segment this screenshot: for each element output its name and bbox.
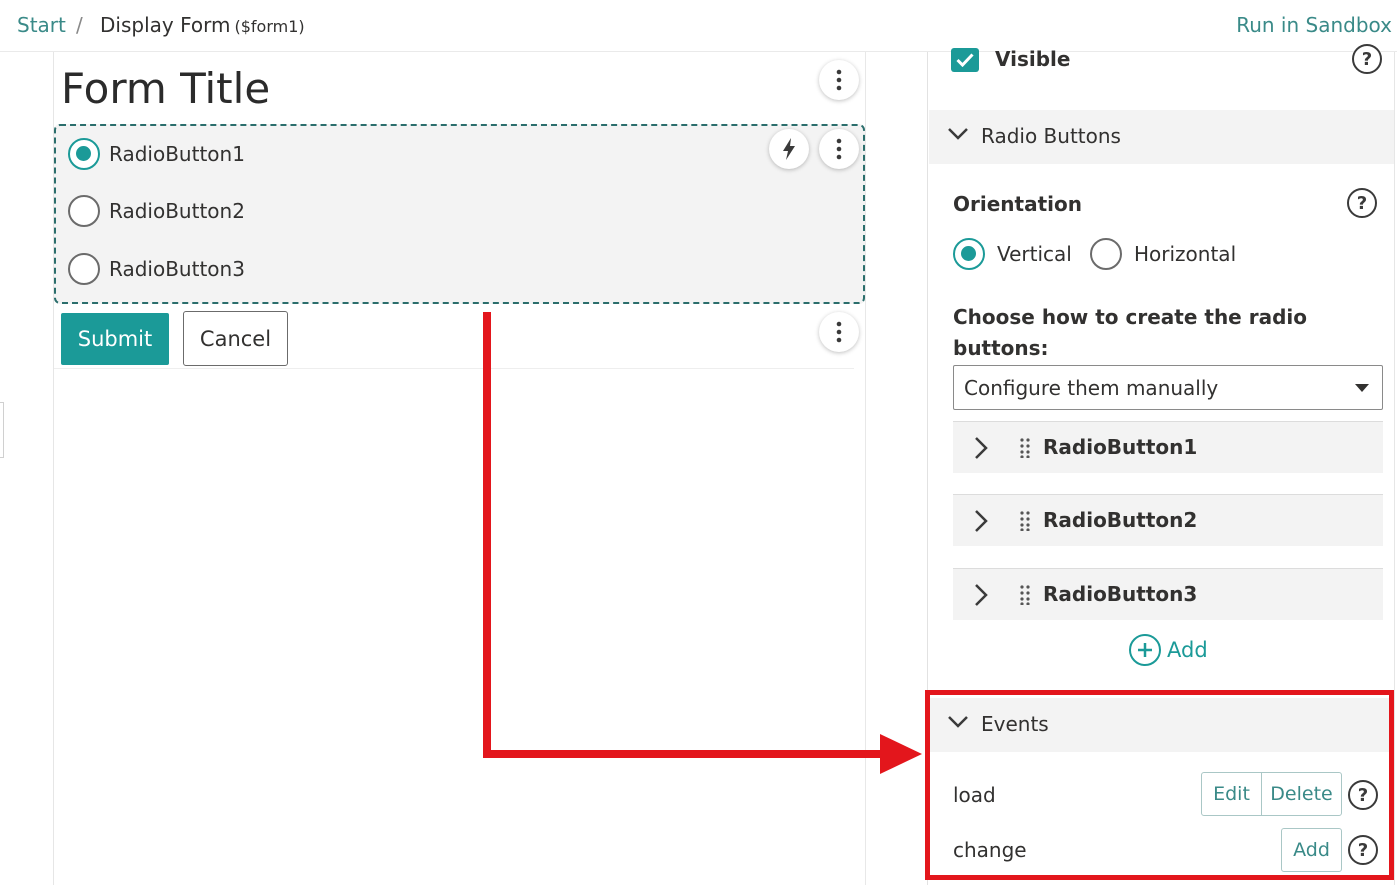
radio-circle[interactable] xyxy=(1090,238,1122,270)
help-glyph: ? xyxy=(1356,192,1368,214)
add-change-event-button[interactable]: Add xyxy=(1281,828,1342,872)
radio-item-label: RadioButton2 xyxy=(1043,508,1198,532)
select-value: Configure them manually xyxy=(964,375,1219,400)
lightning-icon xyxy=(783,138,795,160)
section-title: Radio Buttons xyxy=(981,124,1121,148)
drag-handle-icon[interactable] xyxy=(1019,585,1031,605)
add-radio-item-button[interactable]: Add xyxy=(1129,634,1208,666)
radio-more-options-button[interactable] xyxy=(819,129,859,169)
radio-item-row[interactable]: RadioButton2 xyxy=(953,494,1383,546)
submit-button[interactable]: Submit xyxy=(61,313,169,365)
help-icon[interactable]: ? xyxy=(1347,188,1377,218)
radio-circle-checked[interactable] xyxy=(68,138,100,170)
breadcrumb-current: Display Form ($form1) xyxy=(100,13,305,37)
collapsed-sidebar-handle[interactable] xyxy=(0,402,4,458)
delete-load-event-button[interactable]: Delete xyxy=(1261,772,1342,816)
more-vertical-icon xyxy=(836,69,842,91)
cancel-button[interactable]: Cancel xyxy=(183,311,288,366)
radio-circle-checked[interactable] xyxy=(953,238,985,270)
events-section-header[interactable]: Events xyxy=(929,698,1394,752)
edit-load-event-button[interactable]: Edit xyxy=(1201,772,1262,816)
form-title[interactable]: Form Title xyxy=(61,64,270,113)
title-more-options-button[interactable] xyxy=(819,60,859,100)
event-name-load: load xyxy=(953,783,996,807)
chevron-right-icon[interactable] xyxy=(973,436,989,460)
radio-option-2[interactable]: RadioButton2 xyxy=(68,194,245,228)
radio-item-row[interactable]: RadioButton1 xyxy=(953,421,1383,473)
chevron-right-icon[interactable] xyxy=(973,583,989,607)
radio-events-button[interactable] xyxy=(769,129,809,169)
chevron-right-icon[interactable] xyxy=(973,509,989,533)
plus-circle-icon xyxy=(1129,634,1161,666)
panel-right-border xyxy=(1394,52,1395,885)
orientation-vertical-option[interactable]: Vertical xyxy=(953,238,1072,270)
event-name-change: change xyxy=(953,838,1027,862)
orientation-label: Orientation xyxy=(953,192,1082,216)
help-icon[interactable]: ? xyxy=(1352,44,1382,74)
more-vertical-icon xyxy=(836,138,842,160)
caret-down-icon xyxy=(1355,384,1369,392)
orientation-horizontal-option[interactable]: Horizontal xyxy=(1090,238,1236,270)
add-label: Add xyxy=(1167,638,1208,662)
visible-label: Visible xyxy=(995,47,1071,71)
checkmark-icon xyxy=(956,53,974,67)
radio-circle[interactable] xyxy=(68,253,100,285)
orientation-option-label: Vertical xyxy=(997,242,1072,266)
orientation-option-label: Horizontal xyxy=(1134,242,1237,266)
breadcrumb-start[interactable]: Start xyxy=(17,13,66,37)
run-in-sandbox-link[interactable]: Run in Sandbox xyxy=(1236,13,1392,37)
breadcrumb-separator: / xyxy=(76,13,83,37)
radio-item-label: RadioButton3 xyxy=(1043,582,1198,606)
help-glyph: ? xyxy=(1357,839,1369,861)
section-title: Events xyxy=(981,712,1049,736)
drag-handle-icon[interactable] xyxy=(1019,438,1031,458)
radio-circle[interactable] xyxy=(68,195,100,227)
radio-option-label: RadioButton2 xyxy=(109,199,245,223)
breadcrumb-form-id: ($form1) xyxy=(234,17,305,36)
top-bar: Start / Display Form ($form1) Run in Sand… xyxy=(0,0,1397,52)
visible-checkbox[interactable] xyxy=(951,48,979,72)
annotation-arrow-icon xyxy=(483,312,922,774)
radio-item-row[interactable]: RadioButton3 xyxy=(953,568,1383,620)
create-method-select[interactable]: Configure them manually xyxy=(953,365,1383,410)
drag-handle-icon[interactable] xyxy=(1019,511,1031,531)
radio-option-label: RadioButton3 xyxy=(109,257,245,281)
radio-group-component[interactable]: RadioButton1 RadioButton2 RadioButton3 xyxy=(54,124,865,304)
radio-item-label: RadioButton1 xyxy=(1043,435,1198,459)
radio-option-3[interactable]: RadioButton3 xyxy=(68,252,245,286)
chevron-down-icon xyxy=(948,128,968,140)
help-glyph: ? xyxy=(1357,784,1369,806)
radio-option-1[interactable]: RadioButton1 xyxy=(68,137,245,171)
help-icon[interactable]: ? xyxy=(1348,780,1378,810)
chevron-down-icon xyxy=(948,716,968,728)
radio-option-label: RadioButton1 xyxy=(109,142,245,166)
create-method-label: Choose how to create the radio buttons: xyxy=(953,305,1307,360)
panel-left-border xyxy=(927,52,928,885)
radio-buttons-section-header[interactable]: Radio Buttons xyxy=(929,110,1394,164)
help-glyph: ? xyxy=(1361,48,1373,70)
help-icon[interactable]: ? xyxy=(1348,835,1378,865)
breadcrumb-current-label: Display Form xyxy=(100,13,231,37)
